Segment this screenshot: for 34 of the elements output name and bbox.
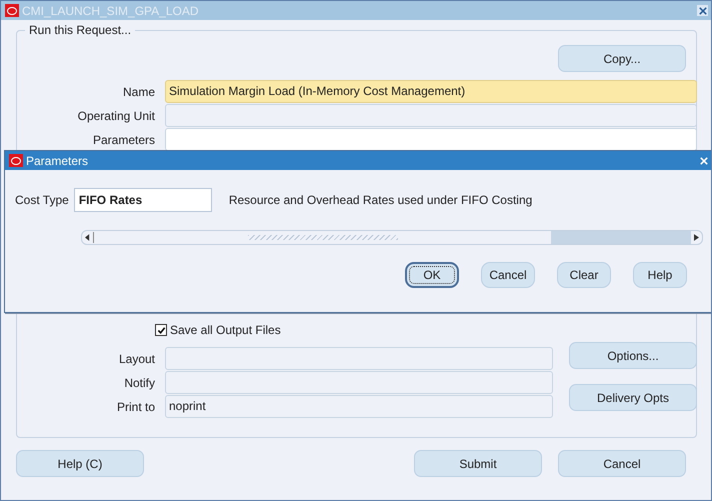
footer-button[interactable]: Help (C) bbox=[16, 450, 144, 477]
field-label: Operating Unit bbox=[76, 108, 155, 122]
app-logo-icon bbox=[5, 4, 19, 17]
field-description: Resource and Overhead Rates used under FIFO Costing bbox=[228, 193, 532, 207]
dialog-button[interactable]: OK bbox=[405, 262, 459, 288]
text-field[interactable] bbox=[165, 347, 553, 370]
field-label: Print to bbox=[116, 400, 155, 414]
text-field[interactable] bbox=[165, 128, 697, 151]
field-label: Notify bbox=[123, 376, 155, 390]
footer-button[interactable]: Submit bbox=[414, 450, 542, 477]
text-field[interactable]: Simulation Margin Load (In-Memory Cost Management) bbox=[165, 80, 697, 103]
dialog-button[interactable]: Help bbox=[633, 262, 687, 288]
dialog-button[interactable]: Cancel bbox=[481, 262, 535, 288]
close-icon[interactable] bbox=[697, 5, 708, 16]
field-label: Parameters bbox=[92, 132, 155, 146]
option-button[interactable]: Options... bbox=[569, 342, 697, 369]
dialog-title: Parameters bbox=[26, 154, 88, 168]
checkbox-label[interactable]: Save all Output Files bbox=[170, 323, 281, 337]
text-field[interactable] bbox=[165, 371, 553, 394]
window-title: CMI_LAUNCH_SIM_GPA_LOAD bbox=[22, 4, 198, 18]
horizontal-scrollbar[interactable] bbox=[81, 230, 703, 245]
text-field[interactable]: FIFO Rates bbox=[74, 188, 212, 212]
dialog-button[interactable]: Clear bbox=[557, 262, 611, 288]
field-label: Layout bbox=[118, 352, 155, 366]
field-label: Cost Type bbox=[15, 193, 69, 207]
text-field[interactable]: noprint bbox=[165, 395, 553, 418]
copy-button[interactable]: Copy... bbox=[558, 45, 686, 72]
checkbox[interactable] bbox=[155, 324, 167, 336]
group-title: Run this Request... bbox=[25, 23, 136, 37]
footer-button[interactable]: Cancel bbox=[558, 450, 686, 477]
app-logo-icon bbox=[9, 154, 23, 167]
option-button[interactable]: Delivery Opts bbox=[569, 384, 697, 411]
text-field[interactable] bbox=[165, 104, 697, 127]
field-label: Name bbox=[122, 84, 155, 98]
